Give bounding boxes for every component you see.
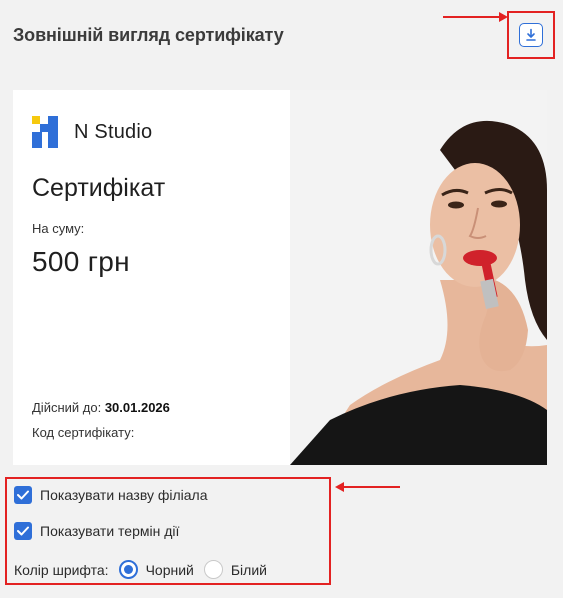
certificate-code-label: Код сертифікату: (32, 425, 135, 440)
certificate-photo (290, 90, 547, 465)
n-studio-logo-icon (32, 116, 58, 148)
brand: N Studio (32, 116, 152, 148)
certificate-title: Сертифікат (32, 174, 166, 202)
valid-until-date: 30.01.2026 (104, 400, 170, 415)
show-expiry-label: Показувати термін дії (40, 523, 180, 539)
sum-label: На суму: (32, 221, 85, 236)
show-expiry-checkbox[interactable]: Показувати термін дії (14, 522, 179, 540)
font-color-black-label: Чорний (145, 561, 194, 578)
sum-value: 500 грн (32, 246, 130, 277)
page-title: Зовнішній вигляд сертифікату (13, 25, 284, 45)
font-color-white-label: Білий (230, 561, 267, 578)
checkbox-checked-icon (14, 522, 32, 540)
annotation-arrow-download (443, 12, 508, 22)
font-color-black-radio[interactable]: Чорний (118, 560, 194, 579)
valid-until: Дійсний до: 30.01.2026 (32, 400, 170, 415)
brand-name: N Studio (74, 120, 153, 143)
download-button[interactable] (519, 23, 543, 47)
certificate-info-panel: N Studio Сертифікат На суму: 500 грн Дій… (13, 90, 290, 465)
radio-unselected-icon (203, 560, 223, 579)
certificate-preview: N Studio Сертифікат На суму: 500 грн Дій… (13, 90, 547, 465)
download-icon (526, 28, 536, 41)
checkbox-checked-icon (14, 486, 32, 504)
show-branch-checkbox[interactable]: Показувати назву філіала (14, 486, 208, 504)
annotation-arrow-options (335, 482, 400, 492)
font-color-selector: Колір шрифта: Чорний Білий (14, 560, 267, 579)
font-color-label: Колір шрифта: (14, 561, 109, 578)
show-branch-label: Показувати назву філіала (40, 487, 208, 503)
font-color-white-radio[interactable]: Білий (203, 560, 267, 579)
valid-until-label: Дійсний до: (32, 400, 102, 415)
radio-selected-icon (118, 560, 138, 579)
